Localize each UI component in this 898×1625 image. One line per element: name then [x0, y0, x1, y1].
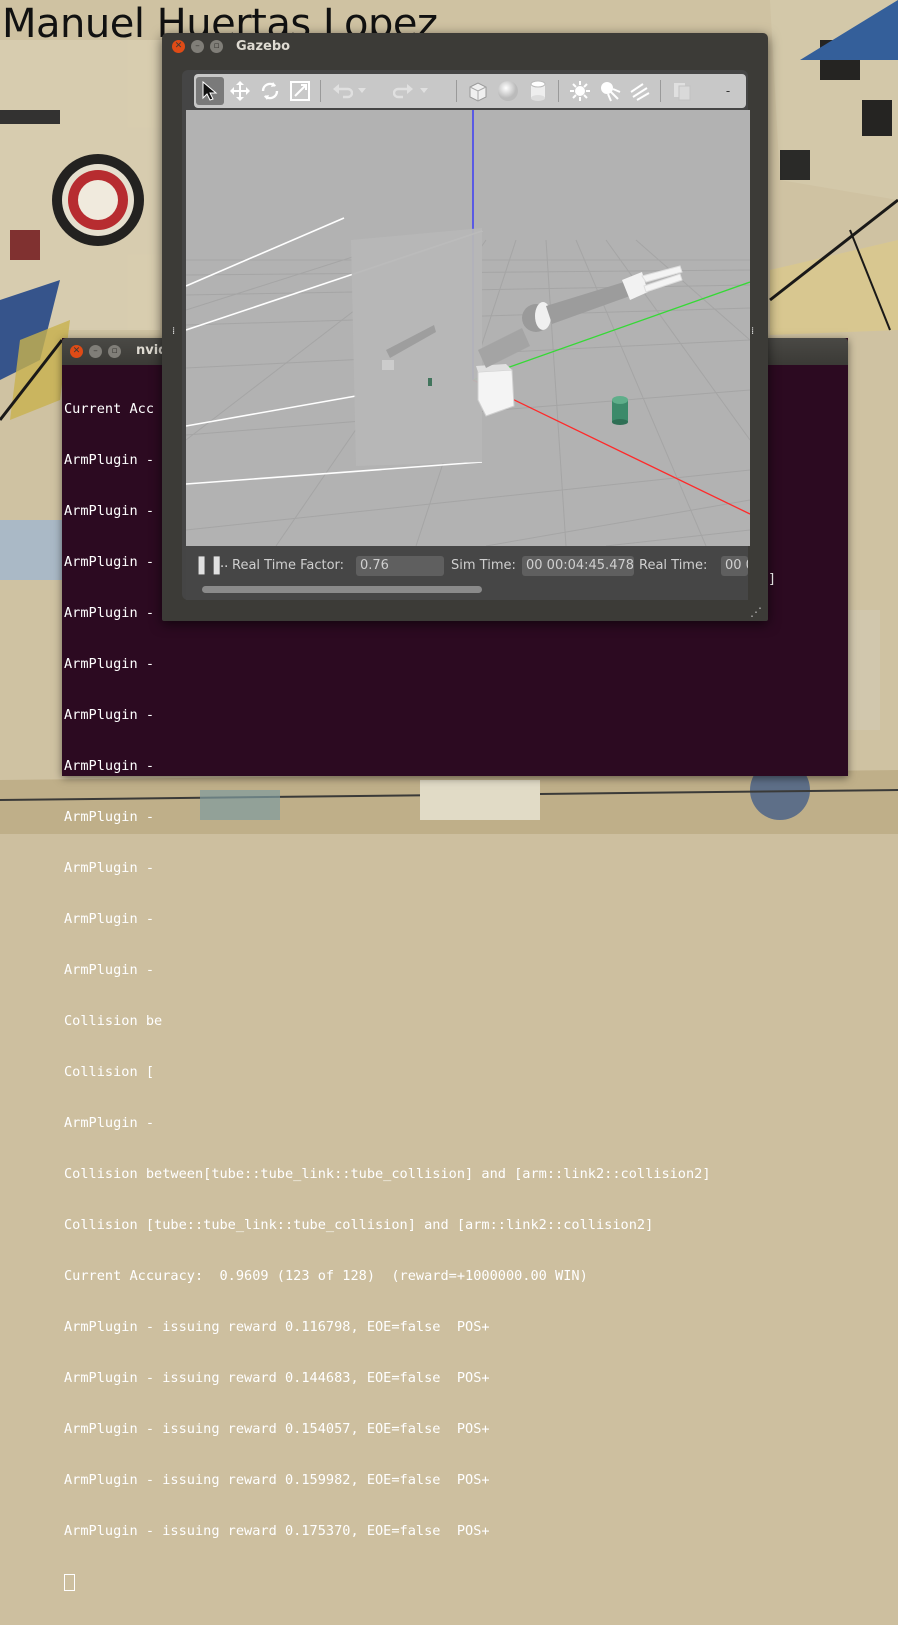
directional-light-icon[interactable] — [626, 77, 654, 105]
terminal-line: ArmPlugin - issuing reward 0.175370, EOE… — [64, 1523, 490, 1539]
more-icon[interactable]: - — [718, 77, 738, 105]
terminal-line: ArmPlugin - — [64, 860, 155, 876]
sphere-icon[interactable] — [494, 77, 522, 105]
terminal-line: Collision be — [64, 1013, 163, 1029]
camera-plane — [351, 228, 482, 466]
gazebo-titlebar[interactable]: ✕ – ▫ Gazebo — [162, 33, 768, 61]
undo-dropdown-icon[interactable] — [354, 77, 370, 105]
terminal-line: ArmPlugin - — [64, 656, 155, 672]
terminal-line: Collision [ — [64, 1064, 155, 1080]
terminal-partial-text: ] — [768, 571, 777, 587]
toolbar-separator — [320, 80, 321, 102]
toolbar-separator — [660, 80, 661, 102]
minimize-window-button[interactable]: – — [191, 40, 204, 53]
terminal-line: ArmPlugin - — [64, 707, 155, 723]
gazebo-toolbar: - — [194, 74, 746, 108]
terminal-line: ArmPlugin - — [64, 962, 155, 978]
step-button[interactable]: .. — [220, 556, 228, 571]
close-window-button[interactable]: ✕ — [70, 345, 83, 358]
rotate-icon[interactable] — [256, 77, 284, 105]
terminal-line: Collision between[tube::tube_link::tube_… — [64, 1166, 711, 1182]
left-splitter-handle[interactable]: ⁞ — [172, 326, 175, 337]
scale-icon[interactable] — [286, 77, 314, 105]
minimize-window-button[interactable]: – — [89, 345, 102, 358]
copy-icon[interactable] — [668, 77, 696, 105]
maximize-window-button[interactable]: ▫ — [108, 345, 121, 358]
gazebo-3d-viewport[interactable] — [186, 110, 750, 546]
horizontal-scrollbar[interactable] — [202, 586, 482, 593]
close-window-button[interactable]: ✕ — [172, 40, 185, 53]
gazebo-title: Gazebo — [236, 39, 291, 54]
resize-grip-icon[interactable]: ⋰ — [750, 605, 762, 619]
sun-light-icon[interactable] — [566, 77, 594, 105]
terminal-line: Current Accuracy: 0.9609 (123 of 128) (r… — [64, 1268, 588, 1284]
spot-light-icon[interactable] — [596, 77, 624, 105]
real-time-value: 00 0 — [721, 556, 748, 576]
translate-icon[interactable] — [226, 77, 254, 105]
real-time-label: Real Time: — [639, 558, 708, 573]
toolbar-separator — [558, 80, 559, 102]
undo-icon[interactable] — [328, 77, 356, 105]
terminal-line: ArmPlugin - — [64, 758, 155, 774]
sim-time-value: 00 00:04:45.478 — [522, 556, 634, 576]
terminal-line: ArmPlugin - — [64, 1115, 155, 1131]
cylinder-icon[interactable] — [524, 77, 552, 105]
terminal-line: ArmPlugin - — [64, 911, 155, 927]
terminal-line: ArmPlugin - issuing reward 0.144683, EOE… — [64, 1370, 490, 1386]
x-axis — [472, 379, 750, 515]
tube-cylinder — [612, 396, 628, 425]
right-splitter-handle[interactable]: ⁞ — [751, 326, 754, 337]
terminal-line: Collision [tube::tube_link::tube_collisi… — [64, 1217, 654, 1233]
scene-render — [186, 110, 750, 546]
terminal-line: ArmPlugin - issuing reward 0.159982, EOE… — [64, 1472, 490, 1488]
box-icon[interactable] — [464, 77, 492, 105]
gazebo-main-panel: - ❚❚ .. Real Time Factor: 0.76 Sim Time:… — [182, 70, 750, 600]
redo-icon[interactable] — [390, 77, 418, 105]
terminal-line: ArmPlugin - — [64, 809, 155, 825]
rtf-value: 0.76 — [356, 556, 444, 576]
sim-time-label: Sim Time: — [451, 558, 516, 573]
select-arrow-icon[interactable] — [196, 77, 224, 105]
gazebo-window[interactable]: ✕ – ▫ Gazebo ⁞ ⁞ - ❚❚ .. Real Time Facto… — [162, 33, 768, 621]
redo-dropdown-icon[interactable] — [416, 77, 432, 105]
maximize-window-button[interactable]: ▫ — [210, 40, 223, 53]
terminal-cursor — [64, 1574, 75, 1591]
terminal-line: ArmPlugin - issuing reward 0.154057, EOE… — [64, 1421, 490, 1437]
gazebo-statusbar: ❚❚ .. Real Time Factor: 0.76 Sim Time: 0… — [186, 546, 748, 600]
terminal-line: ArmPlugin - issuing reward 0.116798, EOE… — [64, 1319, 490, 1335]
toolbar-separator — [456, 80, 457, 102]
rtf-label: Real Time Factor: — [232, 558, 345, 573]
